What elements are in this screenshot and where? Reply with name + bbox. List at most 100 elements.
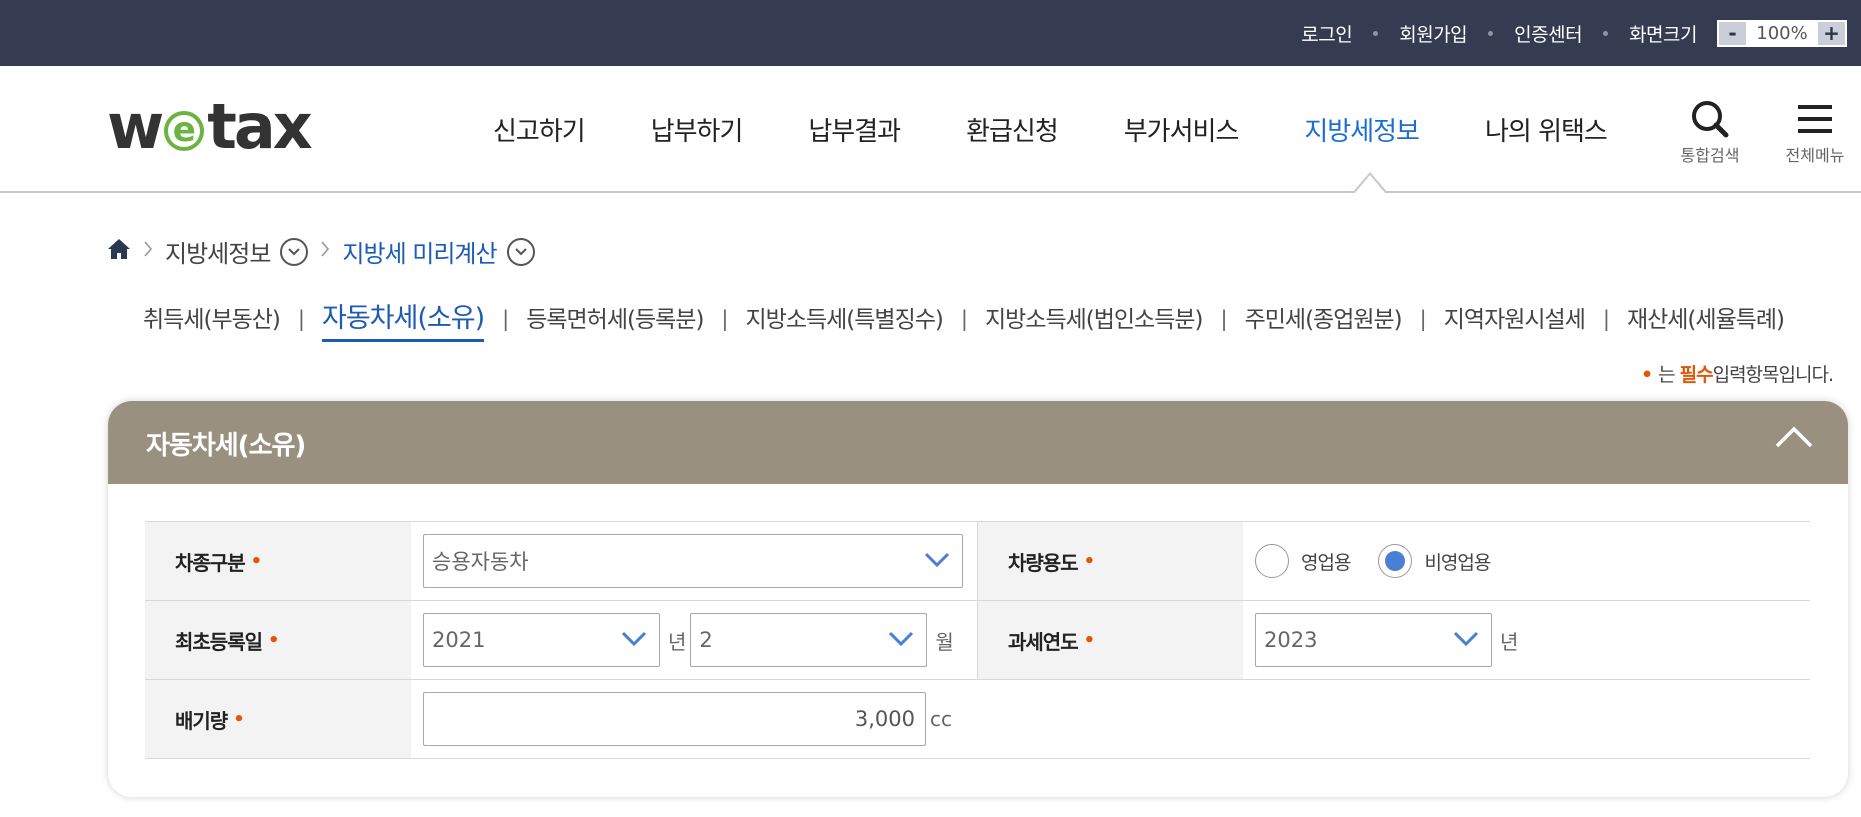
collapse-chevron-up-icon[interactable] — [1774, 425, 1814, 453]
displacement-input[interactable]: 3,000 — [423, 692, 926, 746]
chevron-down-icon — [924, 549, 950, 573]
tab-registration-tax[interactable]: 등록면허세(등록분) — [526, 300, 704, 338]
zoom-control: - 100% + — [1717, 19, 1847, 47]
tab-separator: | — [960, 307, 968, 331]
logo-e-mark: e — [164, 111, 205, 151]
required-mark: • — [1083, 550, 1095, 572]
separator-dot — [1603, 30, 1609, 36]
zoom-level: 100% — [1756, 22, 1808, 44]
tab-regional-resource-tax[interactable]: 지역자원시설세 — [1444, 300, 1586, 338]
panel-header: 자동차세(소유) — [108, 401, 1848, 484]
vehicle-type-select[interactable]: 승용자동차 — [423, 534, 963, 588]
full-menu-button[interactable]: 전체메뉴 — [1775, 96, 1855, 166]
radio-commercial[interactable]: 영업용 — [1255, 544, 1351, 578]
nav-item-refund[interactable]: 환급신청 — [966, 111, 1059, 148]
first-registration-cell: 2021 년 2 월 — [411, 601, 977, 679]
active-nav-indicator — [1352, 172, 1388, 194]
radio-label: 비영업용 — [1424, 551, 1491, 574]
label-text: 차량용도 — [1008, 550, 1079, 575]
required-fields-note: • 는 필수입력항목입니다. — [1640, 360, 1834, 387]
required-mark: • — [268, 629, 279, 651]
search-label: 통합검색 — [1680, 146, 1740, 165]
required-dot: • — [1640, 364, 1653, 386]
year-unit: 년 — [668, 629, 687, 654]
nav-item-pay[interactable]: 납부하기 — [651, 111, 744, 148]
screen-size-label: 화면크기 — [1629, 23, 1697, 46]
panel-title: 자동차세(소유) — [146, 431, 306, 461]
chevron-down-icon — [1453, 628, 1479, 652]
nav-item-my-wetax[interactable]: 나의 위택스 — [1485, 111, 1608, 148]
note-prefix: 는 — [1658, 364, 1676, 386]
registration-year-select[interactable]: 2021 — [423, 613, 660, 667]
tax-year-select[interactable]: 2023 — [1255, 613, 1492, 667]
hamburger-icon — [1775, 96, 1855, 142]
form-row: 차종구분 • 승용자동차 차량용도 • 영업용 비영업용 — [145, 522, 1810, 601]
note-required-word: 필수 — [1679, 364, 1714, 386]
label-text: 배기량 — [175, 708, 228, 733]
chevron-down-icon — [888, 628, 914, 652]
tab-income-tax-corporate[interactable]: 지방소득세(법인소득분) — [985, 300, 1204, 338]
main-nav: 신고하기 납부하기 납부결과 환급신청 부가서비스 지방세정보 나의 위택스 — [460, 66, 1640, 193]
chevron-right-icon — [143, 239, 153, 264]
tax-type-tabs: 취득세(부동산) | 자동차세(소유) | 등록면허세(등록분) | 지방소득세… — [143, 296, 1785, 342]
signup-link[interactable]: 회원가입 — [1399, 20, 1467, 47]
radio-fill — [1385, 551, 1406, 571]
tab-separator: | — [297, 307, 305, 331]
tab-separator: | — [1419, 307, 1427, 331]
chevron-right-icon — [320, 239, 330, 264]
chevron-down-icon[interactable] — [506, 237, 535, 266]
vehicle-use-cell: 영업용 비영업용 — [1243, 522, 1809, 600]
zoom-in-button[interactable]: + — [1818, 21, 1845, 45]
month-unit: 월 — [935, 629, 954, 654]
vehicle-type-cell: 승용자동차 — [411, 522, 977, 600]
form-row: 배기량 • 3,000 cc — [145, 680, 1810, 759]
tab-separator: | — [1602, 307, 1610, 331]
login-link[interactable]: 로그인 — [1301, 20, 1352, 47]
label-text: 과세연도 — [1008, 629, 1079, 654]
field-label-first-registration: 최초등록일 • — [145, 601, 411, 679]
breadcrumb-level2[interactable]: 지방세 미리계산 — [342, 234, 497, 269]
registration-month-select[interactable]: 2 — [690, 613, 928, 667]
integrated-search-button[interactable]: 통합검색 — [1670, 96, 1750, 166]
field-label-vehicle-type: 차종구분 • — [145, 522, 411, 600]
note-suffix: 입력항목입니다. — [1712, 364, 1834, 386]
required-mark: • — [250, 550, 262, 572]
label-text: 차종구분 — [175, 550, 246, 575]
tab-vehicle-tax[interactable]: 자동차세(소유) — [322, 296, 485, 342]
logo-text-w: w — [107, 90, 164, 163]
radio-button-selected[interactable] — [1378, 544, 1413, 578]
nav-item-local-tax-info[interactable]: 지방세정보 — [1304, 111, 1420, 148]
separator-dot — [1488, 30, 1494, 36]
displacement-cell: 3,000 cc — [411, 680, 1810, 758]
tax-year-unit: 년 — [1500, 629, 1519, 654]
nav-item-pay-result[interactable]: 납부결과 — [808, 111, 901, 148]
breadcrumb-level1[interactable]: 지방세정보 — [165, 234, 271, 269]
nav-item-report[interactable]: 신고하기 — [493, 111, 586, 148]
top-utility-bar: 로그인 회원가입 인증센터 화면크기 - 100% + — [0, 0, 1861, 66]
breadcrumb: 지방세정보 지방세 미리계산 — [107, 234, 535, 269]
zoom-out-button[interactable]: - — [1719, 21, 1746, 45]
tab-income-tax-withholding[interactable]: 지방소득세(특별징수) — [746, 300, 944, 338]
tax-year-value: 2023 — [1264, 628, 1318, 652]
vehicle-tax-form: 차종구분 • 승용자동차 차량용도 • 영업용 비영업용 최초등록일 • 202… — [145, 521, 1810, 759]
vehicle-tax-panel: 자동차세(소유) 차종구분 • 승용자동차 차량용도 • 영업용 비영업용 최초… — [108, 401, 1848, 797]
radio-button[interactable] — [1255, 544, 1289, 578]
tab-separator: | — [721, 307, 728, 331]
registration-month-value: 2 — [699, 628, 713, 652]
nav-item-extra-services[interactable]: 부가서비스 — [1124, 111, 1240, 148]
menu-label: 전체메뉴 — [1785, 146, 1845, 165]
tab-resident-tax[interactable]: 주민세(종업원분) — [1245, 300, 1403, 338]
home-icon[interactable] — [107, 238, 131, 266]
radio-label: 영업용 — [1301, 551, 1351, 574]
logo-text-tax: tax — [207, 90, 312, 163]
chevron-down-icon — [621, 628, 647, 652]
tab-property-tax[interactable]: 재산세(세율특례) — [1627, 300, 1785, 338]
tab-acquisition-tax[interactable]: 취득세(부동산) — [143, 300, 281, 338]
wetax-logo[interactable]: w e tax — [107, 90, 313, 163]
radio-non-commercial[interactable]: 비영업용 — [1378, 544, 1491, 578]
required-mark: • — [233, 708, 244, 730]
separator-dot — [1373, 30, 1379, 36]
search-icon — [1670, 96, 1750, 142]
cert-center-link[interactable]: 인증센터 — [1514, 20, 1582, 47]
chevron-down-icon[interactable] — [280, 237, 309, 266]
